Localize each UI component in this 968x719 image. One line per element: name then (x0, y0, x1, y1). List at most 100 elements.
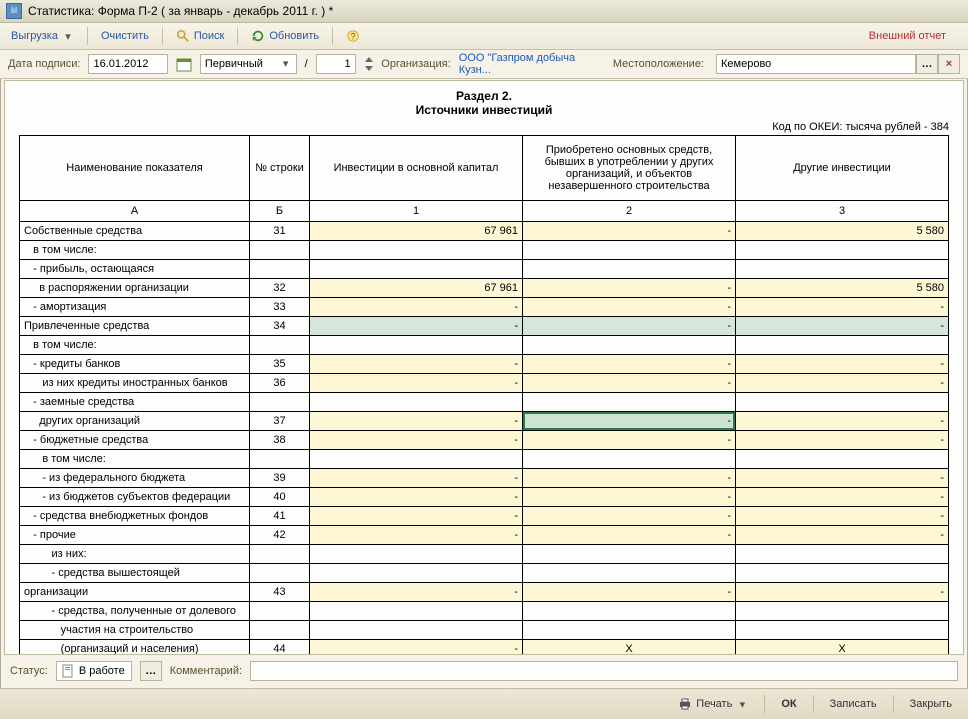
cell-col2[interactable]: - (523, 507, 736, 526)
cell-col2[interactable]: - (523, 222, 736, 241)
seq-input[interactable] (316, 54, 356, 74)
comment-label: Комментарий: (170, 665, 242, 677)
cell-col3[interactable]: Х (736, 640, 949, 655)
cell-col1[interactable]: - (310, 431, 523, 450)
location-choose-button[interactable]: … (916, 54, 938, 74)
cell-col1[interactable]: - (310, 469, 523, 488)
row-name: из них: (20, 545, 250, 564)
table-row: - заемные средства (20, 393, 949, 412)
table-row: организации43--- (20, 583, 949, 602)
table-row: - средства внебюджетных фондов41--- (20, 507, 949, 526)
cell-col1 (310, 393, 523, 412)
cell-col1[interactable]: 67 961 (310, 222, 523, 241)
clear-button[interactable]: Очистить (94, 25, 156, 47)
row-name: других организаций (20, 412, 250, 431)
doc-kind-value: Первичный (205, 55, 263, 73)
calendar-icon[interactable] (176, 56, 191, 72)
cell-col3[interactable]: - (736, 298, 949, 317)
search-label: Поиск (194, 30, 224, 42)
cell-col3[interactable]: - (736, 526, 949, 545)
cell-col2[interactable]: - (523, 279, 736, 298)
cell-col1[interactable]: - (310, 640, 523, 655)
row-name: Собственные средства (20, 222, 250, 241)
ok-button[interactable]: ОК (773, 694, 804, 714)
separator (237, 27, 238, 45)
external-report-link[interactable]: Внешний отчет (869, 30, 946, 42)
cell-col2[interactable]: - (523, 374, 736, 393)
cell-col2[interactable]: - (523, 412, 736, 431)
cell-col3[interactable]: - (736, 488, 949, 507)
cell-col1[interactable]: - (310, 488, 523, 507)
print-button[interactable]: Печать ▾ (670, 694, 756, 714)
sign-date-input[interactable] (88, 54, 168, 74)
code-a: А (20, 201, 250, 222)
cell-col3 (736, 241, 949, 260)
cell-col3[interactable]: - (736, 355, 949, 374)
help-button[interactable]: ? (339, 25, 367, 47)
cell-col1[interactable]: - (310, 583, 523, 602)
cell-col1[interactable]: 67 961 (310, 279, 523, 298)
table-row: - амортизация33--- (20, 298, 949, 317)
export-button[interactable]: Выгрузка ▾ (4, 25, 81, 47)
cell-col3[interactable]: - (736, 431, 949, 450)
location-input[interactable] (716, 54, 916, 74)
table-row: - средства, полученные от долевого (20, 602, 949, 621)
search-button[interactable]: Поиск (169, 25, 231, 47)
cell-col2: - (523, 317, 736, 336)
cell-col1 (310, 621, 523, 640)
cell-col3 (736, 621, 949, 640)
table-row: - прибыль, остающаяся (20, 260, 949, 279)
cell-col1[interactable]: - (310, 412, 523, 431)
cell-col1[interactable]: - (310, 298, 523, 317)
spinner-icon[interactable] (364, 55, 374, 73)
cell-col1[interactable]: - (310, 374, 523, 393)
slash: / (305, 58, 308, 70)
table-row: (организаций и населения)44-ХХ (20, 640, 949, 655)
window-title: Статистика: Форма П-2 ( за январь - дека… (28, 0, 333, 22)
row-number: 41 (250, 507, 310, 526)
org-link[interactable]: ООО "Газпром добыча Кузн... (459, 52, 605, 76)
cell-col1[interactable]: - (310, 507, 523, 526)
row-name: - прибыль, остающаяся (20, 260, 250, 279)
cell-col3[interactable]: - (736, 583, 949, 602)
cell-col2 (523, 450, 736, 469)
status-select[interactable]: В работе (56, 661, 132, 681)
close-button[interactable]: Закрыть (902, 694, 960, 714)
cell-col2[interactable]: - (523, 488, 736, 507)
row-number: 42 (250, 526, 310, 545)
cell-col3[interactable]: 5 580 (736, 279, 949, 298)
cell-col2[interactable]: Х (523, 640, 736, 655)
table-row: в том числе: (20, 241, 949, 260)
save-button[interactable]: Записать (822, 694, 885, 714)
cell-col3 (736, 393, 949, 412)
cell-col1[interactable]: - (310, 355, 523, 374)
cell-col3[interactable]: - (736, 469, 949, 488)
row-number: 35 (250, 355, 310, 374)
row-name: - средства вышестоящей (20, 564, 250, 583)
cell-col2[interactable]: - (523, 469, 736, 488)
location-clear-button[interactable]: × (938, 54, 960, 74)
cell-col2[interactable]: - (523, 583, 736, 602)
cell-col3[interactable]: - (736, 507, 949, 526)
section-subtitle: Источники инвестиций (19, 103, 949, 117)
cell-col2[interactable]: - (523, 526, 736, 545)
cell-col3[interactable]: - (736, 412, 949, 431)
cell-col3[interactable]: 5 580 (736, 222, 949, 241)
row-number: 31 (250, 222, 310, 241)
document-scroll[interactable]: Раздел 2. Источники инвестиций Код по ОК… (5, 81, 963, 654)
table-row: Собственные средства3167 961-5 580 (20, 222, 949, 241)
status-choose-button[interactable]: … (140, 661, 162, 681)
cell-col1 (310, 450, 523, 469)
hdr-col3: Другие инвестиции (736, 136, 949, 201)
comment-input[interactable] (250, 661, 958, 681)
row-number: 34 (250, 317, 310, 336)
cell-col3[interactable]: - (736, 374, 949, 393)
cell-col2[interactable]: - (523, 355, 736, 374)
doc-kind-select[interactable]: Первичный ▾ (200, 54, 297, 74)
row-name: - из бюджетов субъектов федерации (20, 488, 250, 507)
cell-col1[interactable]: - (310, 526, 523, 545)
table-row: в том числе: (20, 450, 949, 469)
cell-col2[interactable]: - (523, 431, 736, 450)
refresh-button[interactable]: Обновить (244, 25, 326, 47)
cell-col2[interactable]: - (523, 298, 736, 317)
